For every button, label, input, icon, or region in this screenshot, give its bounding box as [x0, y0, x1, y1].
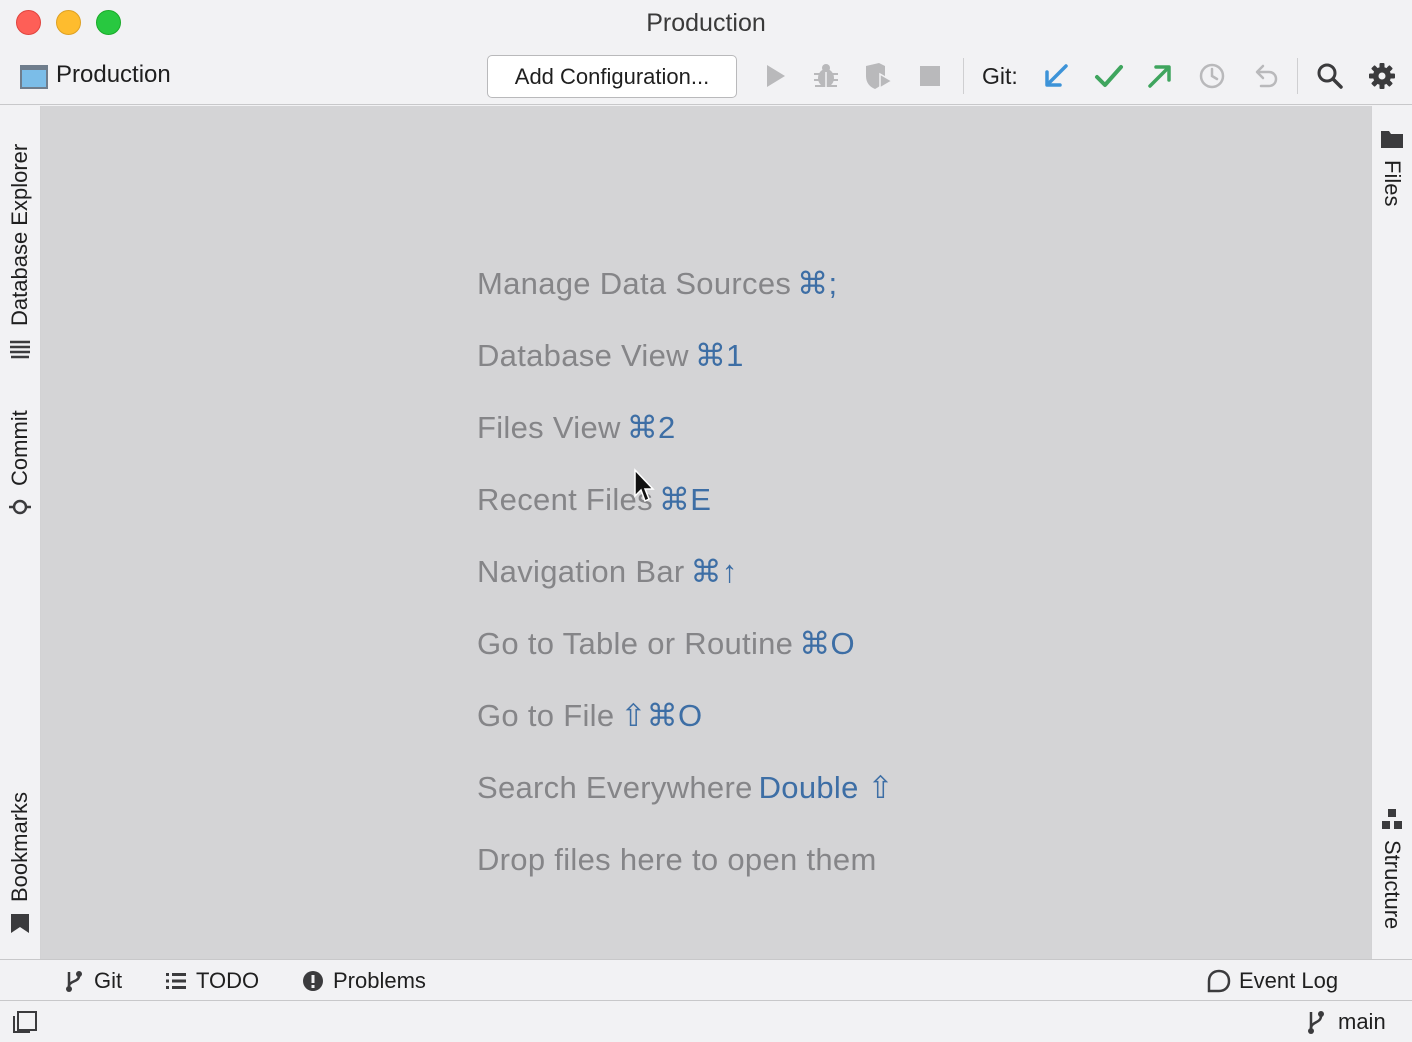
rollback-icon[interactable]: [1249, 60, 1281, 92]
toolbar-separator: [963, 58, 964, 94]
database-icon: [7, 334, 33, 360]
search-icon[interactable]: [1314, 60, 1346, 92]
right-tool-window-strip: Files Structure: [1371, 106, 1412, 959]
git-label: Git:: [982, 63, 1018, 89]
problems-icon: [301, 969, 325, 993]
commit-icon[interactable]: [1093, 60, 1125, 92]
tool-window-bookmarks[interactable]: Bookmarks: [7, 792, 33, 936]
tool-window-label: Structure: [1380, 840, 1405, 930]
git-branch-widget[interactable]: main: [1306, 1009, 1386, 1035]
hint-item: Recent Files ⌘E: [477, 482, 712, 517]
main-toolbar: Production Add Configuration... Git:: [0, 46, 1412, 105]
tool-window-label: Bookmarks: [7, 791, 32, 902]
tool-window-label: Commit: [7, 410, 32, 486]
hint-item: Manage Data Sources ⌘;: [477, 266, 838, 301]
hint-item: Search Everywhere Double ⇧: [477, 770, 894, 805]
debug-icon[interactable]: [810, 60, 842, 92]
hint-item: Files View ⌘2: [477, 410, 676, 445]
toggle-tool-windows-icon[interactable]: [12, 1010, 38, 1034]
editor-empty-area[interactable]: Manage Data Sources ⌘; Database View ⌘1 Fi…: [41, 106, 1371, 959]
bottom-tab-problems[interactable]: Problems: [301, 968, 426, 994]
tool-window-structure[interactable]: Structure: [1379, 806, 1405, 929]
event-log-icon: [1207, 969, 1231, 993]
mouse-pointer-icon: [633, 468, 657, 504]
hint-item: Go to Table or Routine ⌘O: [477, 626, 855, 661]
bottom-tab-label: Event Log: [1239, 968, 1339, 993]
bottom-tab-label: Problems: [333, 968, 426, 993]
folder-icon: [1379, 126, 1405, 152]
bottom-tab-label: Git: [94, 968, 123, 993]
bottom-tab-label: TODO: [196, 968, 260, 993]
title-bar: Production: [0, 0, 1412, 46]
hint-item: Go to File ⇧⌘O: [477, 698, 703, 733]
tool-window-files[interactable]: Files: [1379, 126, 1405, 206]
bookmark-icon: [7, 910, 33, 936]
bottom-tab-todo[interactable]: TODO: [164, 968, 259, 994]
list-icon: [164, 969, 188, 993]
bottom-tab-event-log[interactable]: Event Log: [1207, 968, 1338, 994]
tool-window-label: Database Explorer: [7, 143, 32, 326]
hint-item: Database View ⌘1: [477, 338, 744, 373]
toolbar-separator: [1297, 58, 1298, 94]
project-icon: [20, 65, 48, 89]
structure-icon: [1379, 806, 1405, 832]
play-icon[interactable]: [759, 60, 791, 92]
update-project-icon[interactable]: [1040, 60, 1072, 92]
branch-name: main: [1338, 1009, 1386, 1034]
history-icon[interactable]: [1196, 60, 1228, 92]
push-icon[interactable]: [1144, 60, 1176, 92]
bottom-tool-window-bar: Git TODO Problems Event Log: [0, 959, 1412, 1001]
hint-item: Navigation Bar ⌘↑: [477, 554, 738, 589]
bottom-tab-git[interactable]: Git: [62, 968, 122, 994]
project-name[interactable]: Production: [56, 61, 171, 89]
editor-hints-list: Manage Data Sources ⌘; Database View ⌘1 Fi…: [477, 266, 894, 914]
git-branch-icon: [1306, 1009, 1330, 1035]
add-configuration-button[interactable]: Add Configuration...: [487, 55, 737, 98]
commit-node-icon: [7, 494, 33, 520]
git-branch-icon: [62, 969, 86, 993]
hint-item: Drop files here to open them: [477, 842, 877, 877]
tool-window-database-explorer[interactable]: Database Explorer: [7, 144, 33, 360]
gear-icon[interactable]: [1366, 60, 1398, 92]
stop-icon[interactable]: [914, 60, 946, 92]
status-bar: main: [0, 1001, 1412, 1042]
coverage-icon[interactable]: [862, 60, 894, 92]
tool-window-label: Files: [1380, 160, 1405, 207]
window-title: Production: [646, 9, 766, 37]
tool-window-commit[interactable]: Commit: [7, 410, 33, 520]
left-tool-window-strip: Database Explorer Commit Bookmarks: [0, 106, 41, 959]
